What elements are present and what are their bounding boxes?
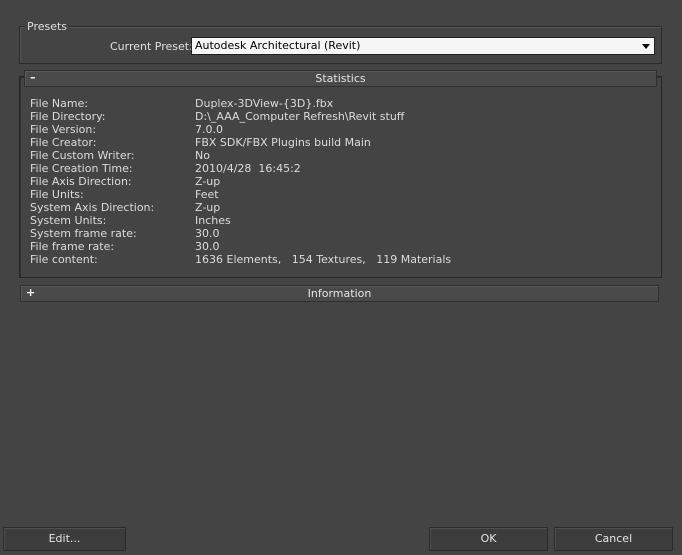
ok-button[interactable]: OK [429, 527, 548, 551]
information-rollout-header[interactable]: + Information [20, 285, 659, 302]
stat-value: FBX SDK/FBX Plugins build Main [195, 136, 371, 149]
stat-label: File content: [30, 253, 98, 266]
stat-value: 30.0 [195, 240, 220, 253]
statistics-list: File Name: Duplex-3DView-{3D}.fbx File D… [30, 97, 630, 266]
stat-row-file-units: File Units: Feet [30, 188, 630, 201]
current-preset-value: Autodesk Architectural (Revit) [195, 39, 361, 52]
stat-value: Inches [195, 214, 231, 227]
stat-value: 30.0 [195, 227, 220, 240]
stat-value: 2010/4/28 16:45:2 [195, 162, 301, 175]
collapse-icon: – [30, 71, 36, 84]
stat-row-file-frame-rate: File frame rate: 30.0 [30, 240, 630, 253]
stat-row-system-frame-rate: System frame rate: 30.0 [30, 227, 630, 240]
stat-value: Z-up [195, 175, 221, 188]
stat-value: No [195, 149, 210, 162]
stat-label: System Units: [30, 214, 107, 227]
stat-value: D:\_AAA_Computer Refresh\Revit stuff [195, 110, 405, 123]
stat-label: System frame rate: [30, 227, 137, 240]
stat-row-file-axis-direction: File Axis Direction: Z-up [30, 175, 630, 188]
stat-label: File Directory: [30, 110, 106, 123]
stat-row-system-units: System Units: Inches [30, 214, 630, 227]
presets-group-label: Presets [25, 20, 70, 33]
expand-icon: + [26, 286, 36, 299]
statistics-title: Statistics [315, 72, 366, 85]
stat-row-file-content: File content: 1636 Elements, 154 Texture… [30, 253, 630, 266]
stat-row-file-creation-time: File Creation Time: 2010/4/28 16:45:2 [30, 162, 630, 175]
stat-value: Z-up [195, 201, 221, 214]
stat-row-file-directory: File Directory: D:\_AAA_Computer Refresh… [30, 110, 630, 123]
stat-value: 7.0.0 [195, 123, 223, 136]
current-preset-label: Current Preset: [110, 40, 193, 53]
stat-value: Duplex-3DView-{3D}.fbx [195, 97, 334, 110]
chevron-down-icon [642, 44, 650, 49]
information-title: Information [307, 287, 372, 300]
stat-row-file-name: File Name: Duplex-3DView-{3D}.fbx [30, 97, 630, 110]
current-preset-dropdown[interactable]: Autodesk Architectural (Revit) [191, 37, 655, 55]
stat-row-file-custom-writer: File Custom Writer: No [30, 149, 630, 162]
stat-label: File frame rate: [30, 240, 115, 253]
stat-label: System Axis Direction: [30, 201, 155, 214]
stat-row-file-creator: File Creator: FBX SDK/FBX Plugins build … [30, 136, 630, 149]
cancel-button[interactable]: Cancel [554, 527, 673, 551]
stat-row-file-version: File Version: 7.0.0 [30, 123, 630, 136]
stat-label: File Version: [30, 123, 97, 136]
stat-label: File Creation Time: [30, 162, 133, 175]
stat-label: File Name: [30, 97, 89, 110]
stat-value: Feet [195, 188, 219, 201]
stat-row-system-axis-direction: System Axis Direction: Z-up [30, 201, 630, 214]
stat-label: File Axis Direction: [30, 175, 132, 188]
stat-label: File Custom Writer: [30, 149, 135, 162]
stat-label: File Creator: [30, 136, 97, 149]
stat-label: File Units: [30, 188, 84, 201]
statistics-rollout-header[interactable]: – Statistics [24, 70, 657, 87]
stat-value: 1636 Elements, 154 Textures, 119 Materia… [195, 253, 452, 266]
edit-button[interactable]: Edit... [3, 527, 126, 551]
